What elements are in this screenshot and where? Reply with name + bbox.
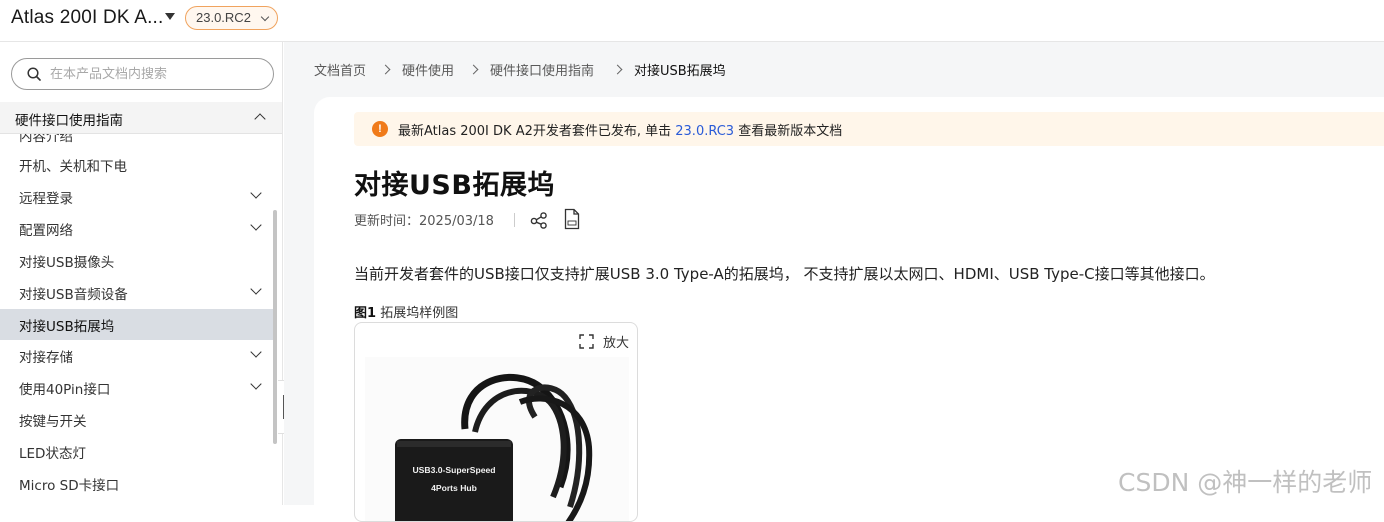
sidebar: 硬件接口使用指南 内容介绍 开机、关机和下电远程登录配置网络对接USB摄像头对接… [0, 42, 283, 505]
sidebar-item[interactable]: 按键与开关 [0, 404, 276, 435]
sidebar-item-label: 开机、关机和下电 [19, 159, 127, 175]
search-icon [27, 67, 41, 81]
expand-icon [579, 334, 594, 349]
sidebar-item-label: 对接USB摄像头 [19, 254, 115, 271]
figure-container: 放大 USB3.0-SuperSpeed 4Ports Hub [354, 322, 638, 522]
chevron-up-icon[interactable] [254, 113, 266, 125]
chevron-down-icon [260, 12, 270, 22]
sidebar-item[interactable]: 对接USB拓展坞 [0, 308, 276, 340]
sidebar-item[interactable]: 远程登录 [0, 181, 276, 212]
zoom-label: 放大 [602, 336, 629, 351]
hub-label-line2: 4Ports Hub [431, 483, 477, 493]
breadcrumb-current: 对接USB拓展坞 [634, 64, 726, 79]
sidebar-item[interactable]: 对接USB摄像头 [0, 245, 276, 276]
warning-icon: ! [372, 121, 388, 137]
sidebar-item[interactable]: 对接USB音频设备 [0, 277, 276, 308]
chevron-down-icon[interactable] [250, 346, 262, 359]
article-body: 当前开发者套件的USB接口仅支持扩展USB 3.0 Type-A的拓展坞， 不支… [354, 265, 1215, 283]
update-time: 更新时间：2025/03/18 [354, 214, 494, 229]
share-icon[interactable] [529, 210, 549, 230]
chevron-right-icon [380, 64, 391, 75]
nav-list: 内容介绍 开机、关机和下电 远程登录配置网络对接USB摄像头 对接USB音频设备 对接… [0, 134, 276, 505]
sidebar-item-label: 按键与开关 [19, 414, 87, 431]
notice-text: 最新Atlas 200I DK A2开发者套件已发布, 单击 23.0.RC3 … [398, 124, 843, 139]
watermark: CSDN @神一样的老师 [1118, 468, 1373, 497]
sidebar-item-label: 使用40Pin接口 [19, 382, 111, 399]
sidebar-scrollbar[interactable] [273, 210, 277, 444]
article-card: ! 最新Atlas 200I DK A2开发者套件已发布, 单击 23.0.RC… [314, 97, 1384, 522]
sidebar-item-label: 配置网络 [19, 222, 73, 239]
version-label: 23.0.RC2 [196, 10, 251, 25]
sidebar-item[interactable]: Micro SD卡接口 [0, 468, 276, 499]
sidebar-item-label: 对接存储 [19, 350, 73, 367]
sidebar-item[interactable]: 开机、关机和下电 [0, 149, 276, 180]
sidebar-item[interactable]: LED状态灯 [0, 436, 276, 467]
sidebar-item-partial[interactable]: 内容介绍 [19, 134, 73, 145]
figure-caption: 图1 拓展坞样例图 [354, 306, 459, 321]
sidebar-item-label: LED状态灯 [19, 446, 86, 463]
divider [514, 213, 515, 227]
chevron-down-icon[interactable] [250, 282, 262, 295]
chevron-right-icon [612, 64, 623, 75]
sidebar-item[interactable]: 配置网络 [0, 213, 276, 244]
caret-down-icon[interactable] [165, 13, 175, 20]
sidebar-item[interactable]: 使用40Pin接口 [0, 372, 276, 403]
notice-version-link[interactable]: 23.0.RC3 [675, 124, 734, 139]
top-bar: Atlas 200I DK A... 23.0.RC2 [0, 0, 1384, 42]
main-content: 文档首页 硬件使用 硬件接口使用指南 对接USB拓展坞 ! 最新Atlas 20… [284, 42, 1384, 522]
version-notice: ! 最新Atlas 200I DK A2开发者套件已发布, 单击 23.0.RC… [354, 112, 1384, 146]
sidebar-item[interactable]: 对接存储 [0, 340, 276, 371]
usb-hub-image: USB3.0-SuperSpeed 4Ports Hub [365, 357, 629, 521]
sidebar-item-label: Micro SD卡接口 [19, 478, 120, 494]
product-title[interactable]: Atlas 200I DK A... [11, 7, 164, 29]
breadcrumb-hardware-usage[interactable]: 硬件使用 [402, 60, 454, 79]
pdf-download-icon[interactable] [564, 208, 580, 230]
nav-section-title: 硬件接口使用指南 [15, 113, 123, 129]
hub-label-line1: USB3.0-SuperSpeed [412, 465, 495, 475]
search-box[interactable] [11, 58, 274, 90]
nav-section-header[interactable]: 硬件接口使用指南 [0, 102, 282, 134]
search-input[interactable] [50, 63, 265, 85]
zoom-button[interactable]: 放大 [579, 332, 629, 352]
sidebar-item-label: 远程登录 [19, 190, 73, 207]
sidebar-item-label: 对接USB音频设备 [19, 286, 128, 303]
chevron-down-icon[interactable] [250, 378, 262, 390]
sidebar-item-label: 对接USB拓展坞 [19, 318, 115, 335]
version-selector[interactable]: 23.0.RC2 [185, 6, 278, 30]
chevron-down-icon[interactable] [250, 219, 262, 231]
chevron-right-icon [468, 64, 479, 75]
chevron-down-icon[interactable] [250, 187, 262, 199]
breadcrumb-interface-guide[interactable]: 硬件接口使用指南 [490, 60, 594, 79]
breadcrumb-home[interactable]: 文档首页 [314, 60, 366, 79]
page-title: 对接USB拓展坞 [354, 170, 555, 201]
